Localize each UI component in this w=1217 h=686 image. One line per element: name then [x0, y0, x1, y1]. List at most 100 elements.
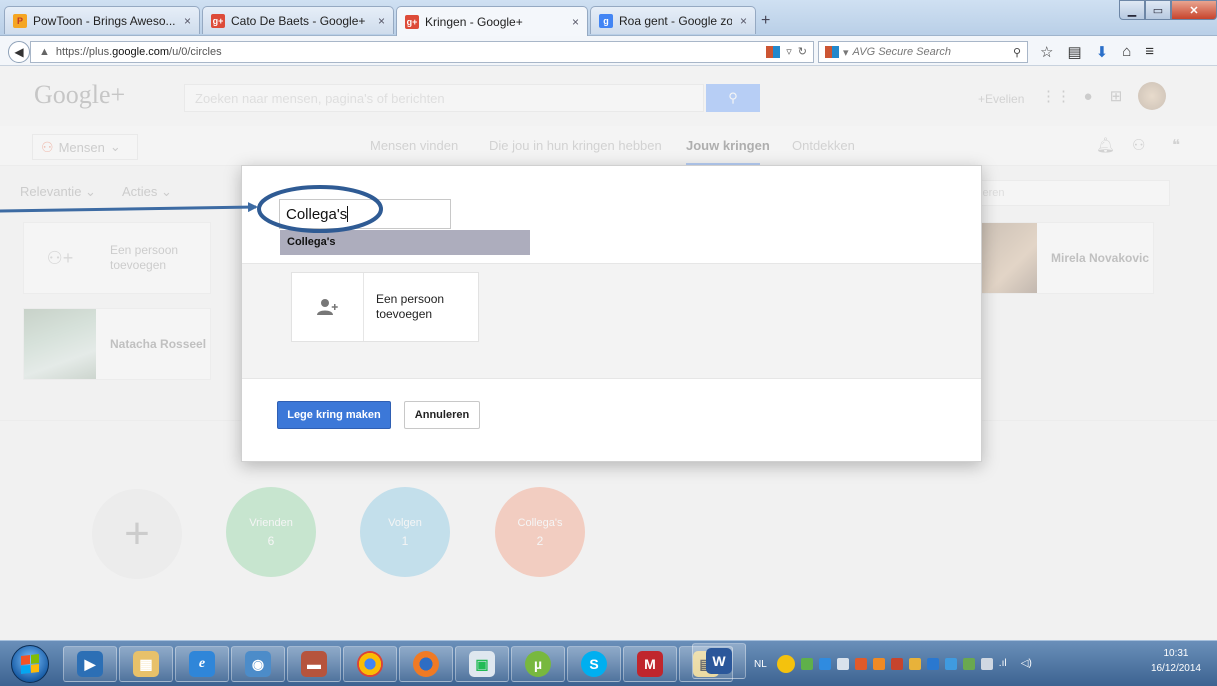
person-card-natacha[interactable]: Natacha Rosseel — [23, 308, 211, 380]
magnifier-icon[interactable]: ⚲ — [1013, 46, 1021, 59]
taskbar-app-media[interactable]: ▶ — [63, 646, 117, 682]
home-icon[interactable]: ⌂ — [1122, 43, 1131, 61]
language-indicator[interactable]: NL — [754, 659, 767, 670]
gplus-user-link[interactable]: +Evelien — [978, 92, 1024, 106]
circle-collegas[interactable]: Collega's 2 — [495, 487, 585, 577]
skype-icon: S — [581, 651, 607, 677]
tab-kringen[interactable]: g+ Kringen - Google+ × — [396, 6, 588, 36]
maximize-button[interactable]: ▭ — [1145, 0, 1171, 20]
tab-title: Kringen - Google+ — [425, 14, 523, 29]
taskbar-app-utorrent[interactable]: µ — [511, 646, 565, 682]
tray-cloud-icon[interactable] — [818, 658, 831, 670]
gplus-favicon-icon: g+ — [405, 14, 419, 29]
create-empty-circle-button[interactable]: Lege kring maken — [277, 401, 391, 429]
nav-discover[interactable]: Ontdekken — [792, 138, 855, 153]
taskbar-app-desk[interactable]: ▬ — [287, 646, 341, 682]
start-button[interactable] — [11, 645, 49, 683]
people-menu-label: Mensen — [58, 139, 105, 155]
menu-icon[interactable]: ≡ — [1145, 43, 1154, 61]
actions-filter[interactable]: Acties ⌄ — [122, 184, 172, 200]
browser-navbar: ◀ ▲ https://plus. google.com/u/0/circles … — [0, 36, 1217, 66]
taskbar-app-explorer[interactable]: ▦ — [119, 646, 173, 682]
taskbar-app-firefox[interactable] — [399, 646, 453, 682]
tab-close-icon[interactable]: × — [740, 14, 747, 28]
add-person-icon[interactable]: ⚇ — [1132, 136, 1145, 154]
volume-icon[interactable]: ◁) — [1021, 658, 1037, 670]
tab-cato[interactable]: g+ Cato De Baets - Google+ × — [202, 6, 394, 34]
hangouts-icon[interactable]: ❝ — [1172, 136, 1180, 154]
person-card-mirela[interactable]: Mirela Novakovic — [980, 222, 1154, 294]
url-domain: google.com — [112, 46, 170, 58]
nav-your-circles[interactable]: Jouw kringen — [686, 138, 770, 153]
tray-network-icon[interactable] — [962, 658, 975, 670]
search-bar[interactable]: ▾ AVG Secure Search ⚲ — [818, 41, 1028, 63]
search-icon: ⚲ — [728, 90, 738, 105]
cancel-button[interactable]: Annuleren — [404, 401, 480, 429]
tray-bluetooth-icon[interactable] — [926, 658, 939, 670]
mcafee-icon: M — [637, 651, 663, 677]
tray-mail-icon[interactable] — [836, 658, 849, 670]
clock[interactable]: 10:31 16/12/2014 — [1151, 646, 1201, 676]
system-tray: W NL .ıl ◁) — [692, 643, 1216, 679]
tab-close-icon[interactable]: × — [572, 15, 579, 29]
apps-grid-icon[interactable]: ⋮⋮ — [1041, 88, 1071, 105]
address-bar[interactable]: ▲ https://plus. google.com/u/0/circles ▿ … — [30, 41, 814, 63]
circle-name-input[interactable]: Collega's — [279, 199, 451, 229]
tab-close-icon[interactable]: × — [378, 14, 385, 28]
action-center-icon[interactable] — [776, 655, 795, 673]
gplus-search-input[interactable]: Zoeken naar mensen, pagina's of berichte… — [184, 84, 704, 112]
create-circle-plus-icon[interactable]: + — [92, 489, 182, 579]
window-controls: ▁ ▭ ✕ — [1119, 0, 1217, 22]
bookmarks-list-icon[interactable]: ▤ — [1067, 43, 1081, 61]
tray-dropbox-icon[interactable] — [944, 658, 957, 670]
tray-security-icon[interactable] — [890, 658, 903, 670]
add-person-icon — [292, 273, 364, 341]
new-tab-button[interactable]: + — [761, 12, 770, 30]
circle-name: Vrienden — [249, 517, 293, 529]
chevron-down-icon: ⌄ — [109, 139, 121, 154]
installer-icon: ▣ — [469, 651, 495, 677]
tray-battery-icon[interactable] — [980, 658, 993, 670]
people-menu[interactable]: ⚇ Mensen ⌄ — [32, 134, 138, 160]
share-plus-icon[interactable]: ⊞ — [1108, 88, 1124, 105]
back-button[interactable]: ◀ — [8, 41, 30, 63]
nav-find-people[interactable]: Mensen vinden — [370, 138, 458, 153]
tab-powtoon[interactable]: P PowToon - Brings Aweso... × — [4, 6, 200, 34]
person-name: Mirela Novakovic — [1051, 250, 1150, 265]
gplus-search-button[interactable]: ⚲ — [706, 84, 760, 112]
signal-icon[interactable]: .ıl — [999, 658, 1015, 670]
taskbar-app-installer[interactable]: ▣ — [455, 646, 509, 682]
notifications-icon[interactable]: ● — [1080, 88, 1096, 105]
autocomplete-suggestion[interactable]: Collega's — [280, 230, 530, 255]
search-bar-dropdown-icon[interactable]: ▾ — [843, 46, 849, 59]
taskbar-app-skype[interactable]: S — [567, 646, 621, 682]
add-person-card[interactable]: ⚇+ Een persoon toevoegen — [23, 222, 211, 294]
circle-volgen[interactable]: Volgen 1 — [360, 487, 450, 577]
tab-roa-gent[interactable]: g Roa gent - Google zoeken × — [590, 6, 756, 34]
relevance-filter[interactable]: Relevantie ⌄ — [20, 184, 96, 200]
dropdown-icon[interactable]: ▿ — [786, 45, 792, 58]
reload-icon[interactable]: ↻ — [798, 45, 807, 58]
taskbar-app-camera[interactable]: ◉ — [231, 646, 285, 682]
bookmark-star-icon[interactable]: ☆ — [1040, 43, 1053, 61]
taskbar-app-mcafee[interactable]: M — [623, 646, 677, 682]
tray-avast-icon[interactable] — [872, 658, 885, 670]
bell-icon[interactable]: 🔔︎ — [1096, 136, 1115, 154]
tray-update-icon[interactable] — [854, 658, 867, 670]
profile-photo — [981, 223, 1037, 293]
gplus-logo[interactable]: Google+ — [34, 80, 125, 110]
taskbar-app-ie[interactable]: e — [175, 646, 229, 682]
nav-have-you-in-circles[interactable]: Die jou in hun kringen hebben — [489, 138, 662, 153]
taskbar-app-word[interactable]: W — [692, 643, 746, 679]
dialog-add-person-card[interactable]: Een persoon toevoegen — [291, 272, 479, 342]
circle-vrienden[interactable]: Vrienden 6 — [226, 487, 316, 577]
avatar[interactable] — [1138, 82, 1166, 110]
tray-pdf-icon[interactable] — [908, 658, 921, 670]
close-window-button[interactable]: ✕ — [1171, 0, 1217, 20]
download-icon[interactable]: ⬇ — [1096, 43, 1109, 61]
avg-rating-icon[interactable] — [766, 45, 781, 58]
tab-close-icon[interactable]: × — [184, 14, 191, 28]
minimize-button[interactable]: ▁ — [1119, 0, 1145, 20]
taskbar-app-chrome[interactable] — [343, 646, 397, 682]
tray-app-icon[interactable] — [800, 658, 813, 670]
